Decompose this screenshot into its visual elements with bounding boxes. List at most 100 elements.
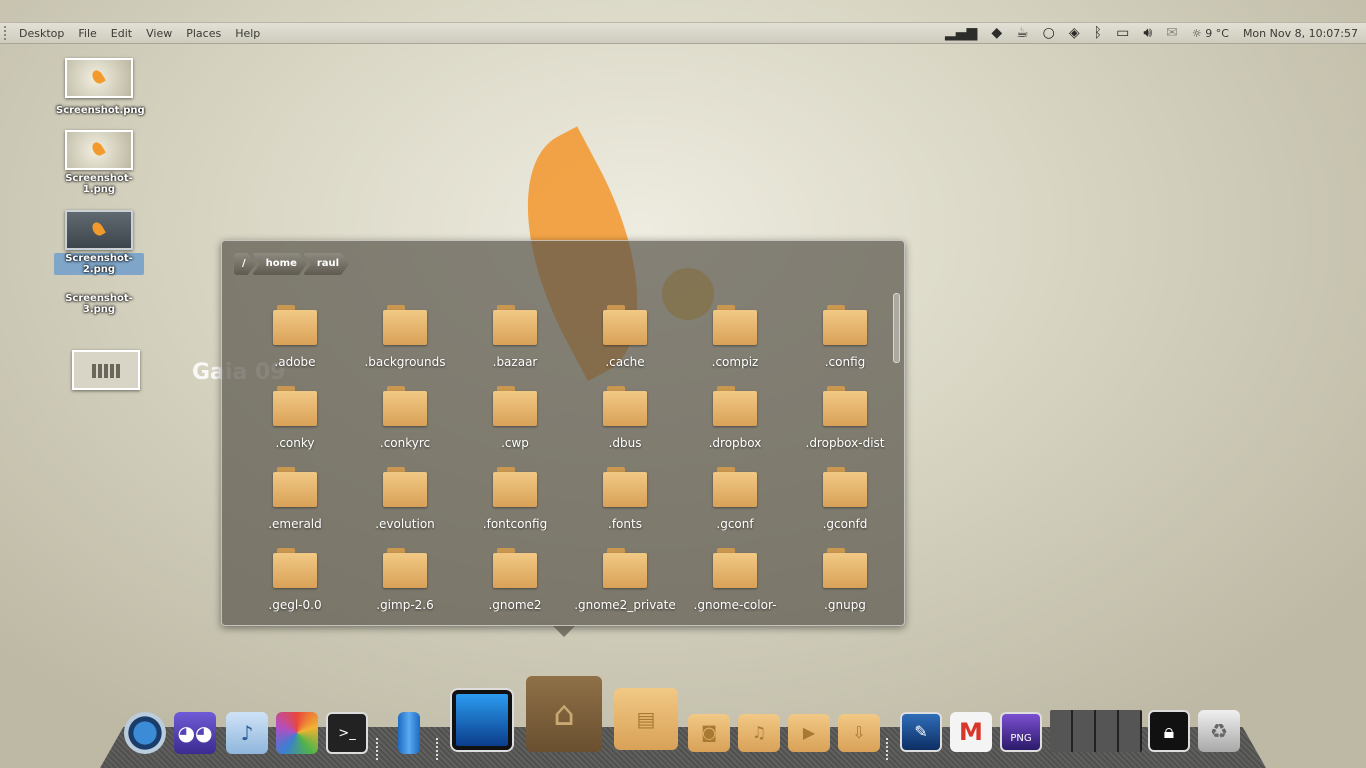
battery-icon[interactable]: ▭ bbox=[1116, 26, 1129, 40]
folder-label: .dropbox-dist bbox=[805, 436, 885, 450]
bottle-icon[interactable] bbox=[398, 712, 420, 754]
folder-item[interactable]: .emerald bbox=[240, 463, 350, 544]
menu-view[interactable]: View bbox=[139, 27, 179, 40]
monitor-icon[interactable] bbox=[452, 690, 512, 750]
image-thumbnail bbox=[65, 130, 133, 170]
folder-label: .gnupg bbox=[824, 598, 866, 612]
folder-icon bbox=[273, 548, 317, 588]
desktop-file-screenshot-3[interactable]: Screenshot-3.png bbox=[54, 290, 144, 390]
folder-grid: .adobe .backgrounds .bazaar .cache .compiz .c… bbox=[240, 301, 900, 625]
sun-icon: ☼ bbox=[1191, 26, 1202, 40]
panel-grip[interactable] bbox=[4, 26, 12, 40]
desktop-file-screenshot-1[interactable]: Screenshot-1.png bbox=[54, 130, 144, 196]
folder-icon bbox=[273, 386, 317, 426]
home-folder-icon[interactable]: ⌂ bbox=[526, 676, 602, 752]
folder-item[interactable]: .gegl-0.0 bbox=[240, 544, 350, 625]
dock: ◕◕ ♪ >_ ⌂ ▤ ◙ ♫ ▶ ⇩ ✎ M PNG 🔒︎ ♻ bbox=[122, 676, 1248, 756]
folder-label: .cwp bbox=[501, 436, 529, 450]
terminal-icon[interactable]: >_ bbox=[326, 712, 368, 754]
trash-icon[interactable]: ♻ bbox=[1198, 710, 1240, 752]
gimp-icon[interactable] bbox=[276, 712, 318, 754]
documents-folder-icon[interactable]: ▤ bbox=[614, 688, 678, 750]
folder-item[interactable]: .gconfd bbox=[790, 463, 900, 544]
folder-icon bbox=[383, 386, 427, 426]
bluetooth-icon[interactable]: ᛒ bbox=[1094, 26, 1102, 40]
folder-item[interactable]: .gnome2_private bbox=[570, 544, 680, 625]
folder-icon bbox=[493, 386, 537, 426]
folder-label: .compiz bbox=[711, 355, 759, 369]
folder-icon bbox=[823, 386, 867, 426]
folder-item[interactable]: .gnupg bbox=[790, 544, 900, 625]
breadcrumb-root[interactable]: / bbox=[234, 253, 256, 275]
menu-file[interactable]: File bbox=[71, 27, 103, 40]
folder-icon bbox=[273, 467, 317, 507]
folder-item[interactable]: .cache bbox=[570, 301, 680, 382]
folder-label: .config bbox=[824, 355, 866, 369]
folder-item[interactable]: .backgrounds bbox=[350, 301, 460, 382]
folder-label: .gnome2 bbox=[488, 598, 542, 612]
image-thumbnail bbox=[65, 210, 133, 250]
folder-item[interactable]: .dropbox-dist bbox=[790, 382, 900, 463]
pictures-folder-icon[interactable]: ◙ bbox=[688, 714, 730, 752]
folder-item[interactable]: .gnome2 bbox=[460, 544, 570, 625]
music-icon[interactable]: ♪ bbox=[226, 712, 268, 754]
folder-item[interactable]: .fontconfig bbox=[460, 463, 570, 544]
signal-icon[interactable]: ▂▄▆ bbox=[945, 26, 977, 40]
desktop-file-screenshot-2[interactable]: Screenshot-2.png bbox=[54, 210, 144, 276]
folder-icon bbox=[383, 467, 427, 507]
breadcrumb-home[interactable]: home bbox=[252, 253, 307, 275]
mail-icon[interactable]: ✉ bbox=[1166, 26, 1178, 40]
volume-icon[interactable]: 🔊︎ bbox=[1143, 26, 1152, 40]
chromium-icon[interactable] bbox=[124, 712, 166, 754]
folder-item[interactable]: .dbus bbox=[570, 382, 680, 463]
folder-item[interactable]: .adobe bbox=[240, 301, 350, 382]
menu-places[interactable]: Places bbox=[179, 27, 228, 40]
stack-pointer-arrow bbox=[553, 626, 575, 637]
folder-item[interactable]: .gnome-color- bbox=[680, 544, 790, 625]
desktop-file-label: Screenshot.png bbox=[56, 105, 145, 116]
folder-icon bbox=[713, 467, 757, 507]
folder-item[interactable]: .config bbox=[790, 301, 900, 382]
menu-edit[interactable]: Edit bbox=[104, 27, 139, 40]
clock[interactable]: Mon Nov 8, 10:07:57 bbox=[1243, 27, 1358, 40]
gmail-icon[interactable]: M bbox=[950, 712, 992, 752]
desktop-file-screenshot[interactable]: Screenshot.png bbox=[54, 58, 145, 117]
navigation-icon[interactable]: ◈ bbox=[1069, 26, 1080, 40]
workspace-switcher-icon[interactable] bbox=[1050, 710, 1142, 752]
menu-help[interactable]: Help bbox=[228, 27, 267, 40]
folder-item[interactable]: .conkyrc bbox=[350, 382, 460, 463]
menu-desktop[interactable]: Desktop bbox=[12, 27, 71, 40]
lightbulb-icon[interactable]: ○ bbox=[1043, 26, 1055, 40]
folder-icon bbox=[383, 305, 427, 345]
folder-item[interactable]: .cwp bbox=[460, 382, 570, 463]
lock-icon[interactable]: 🔒︎ bbox=[1148, 710, 1190, 752]
coffee-icon[interactable]: ☕ bbox=[1016, 26, 1029, 40]
folder-item[interactable]: .fonts bbox=[570, 463, 680, 544]
folder-label: .gnome2_private bbox=[574, 598, 676, 612]
dropbox-icon[interactable]: ◆ bbox=[991, 26, 1002, 40]
folder-item[interactable]: .dropbox bbox=[680, 382, 790, 463]
folder-item[interactable]: .evolution bbox=[350, 463, 460, 544]
videos-folder-icon[interactable]: ▶ bbox=[788, 714, 830, 752]
folder-item[interactable]: .gconf bbox=[680, 463, 790, 544]
folder-icon bbox=[823, 548, 867, 588]
scrollbar-thumb[interactable] bbox=[893, 293, 900, 363]
folder-label: .gimp-2.6 bbox=[376, 598, 434, 612]
screenshot-tool-icon[interactable]: ✎ bbox=[900, 712, 942, 752]
folder-item[interactable]: .bazaar bbox=[460, 301, 570, 382]
folder-item[interactable]: .compiz bbox=[680, 301, 790, 382]
breadcrumb-raul[interactable]: raul bbox=[303, 253, 349, 275]
downloads-folder-icon[interactable]: ⇩ bbox=[838, 714, 880, 752]
folder-icon bbox=[603, 386, 647, 426]
pidgin-icon[interactable]: ◕◕ bbox=[174, 712, 216, 754]
weather-indicator[interactable]: ☼ 9 °C bbox=[1192, 27, 1229, 40]
music-folder-icon[interactable]: ♫ bbox=[738, 714, 780, 752]
folder-stack-popup: / home raul .adobe .backgrounds .bazaar .ca… bbox=[221, 240, 905, 626]
folder-item[interactable]: .conky bbox=[240, 382, 350, 463]
folder-label: .fontconfig bbox=[482, 517, 548, 531]
folder-item[interactable]: .gimp-2.6 bbox=[350, 544, 460, 625]
folder-icon bbox=[713, 386, 757, 426]
folder-label: .conkyrc bbox=[379, 436, 431, 450]
png-icon[interactable]: PNG bbox=[1000, 712, 1042, 752]
system-tray: ▂▄▆ ◆ ☕ ○ ◈ ᛒ ▭ 🔊︎ ✉ ☼ 9 °C Mon Nov 8, 1… bbox=[945, 26, 1366, 40]
